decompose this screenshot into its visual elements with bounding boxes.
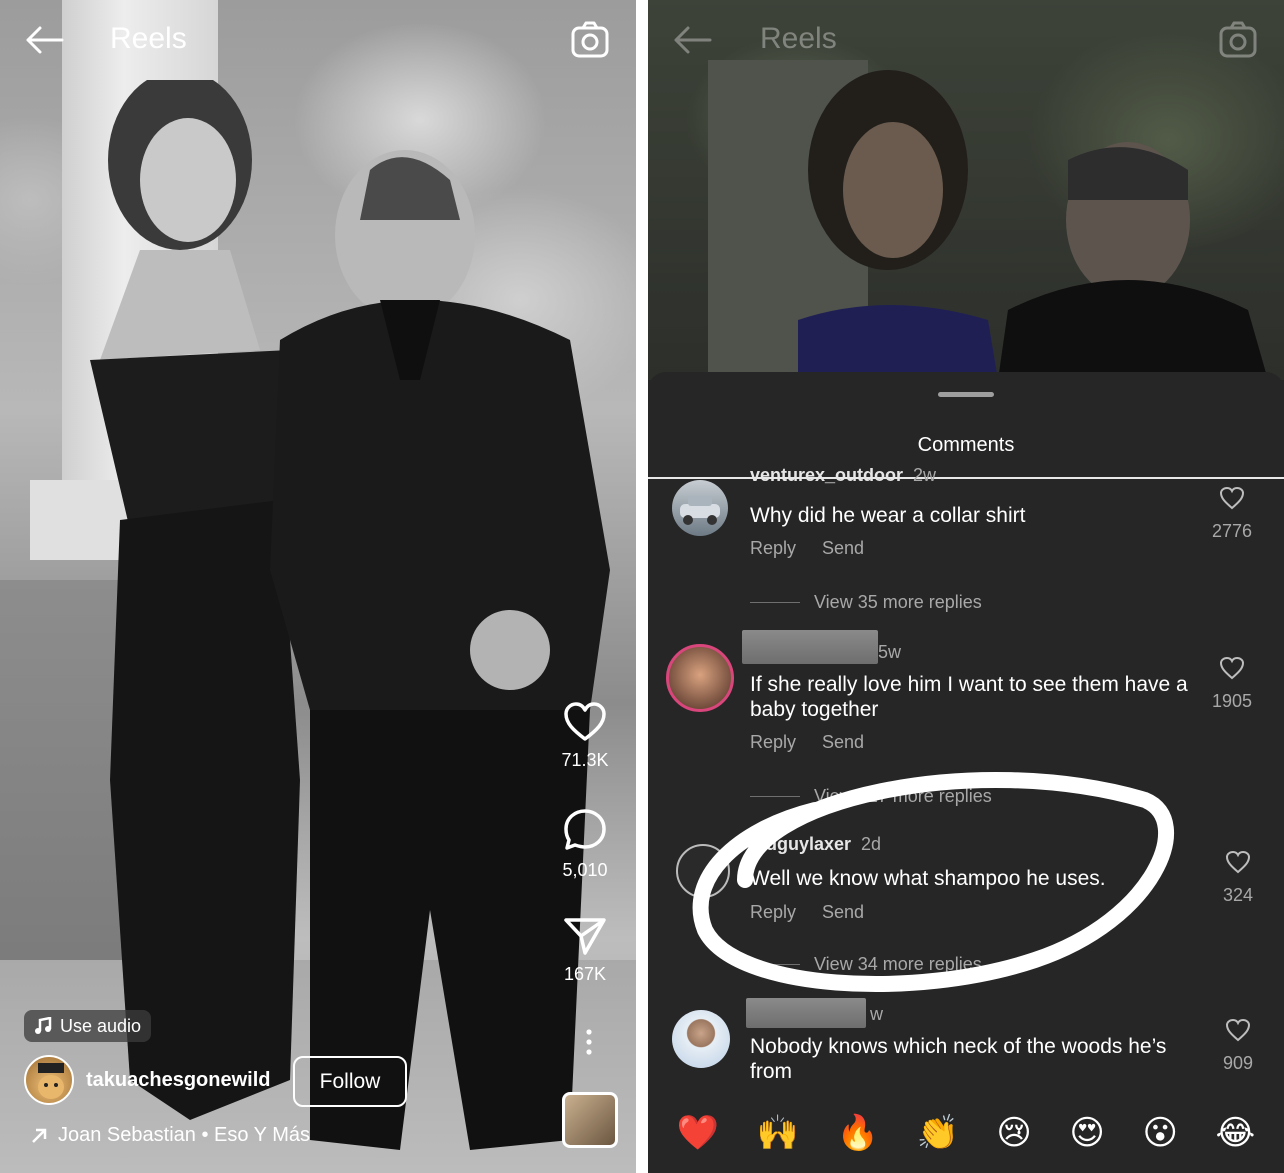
like-count: 71.3K bbox=[561, 750, 609, 770]
redacted-username bbox=[746, 998, 866, 1028]
comment-like[interactable]: 2776 bbox=[1204, 486, 1260, 542]
emoji-crying[interactable]: 😢 bbox=[996, 1116, 1031, 1150]
reel-panel: Reels 71.3K 5,010 167K Use audio takuach… bbox=[0, 0, 636, 1173]
drag-handle[interactable] bbox=[938, 392, 994, 397]
commenter-avatar[interactable] bbox=[676, 844, 730, 898]
paper-plane-icon[interactable] bbox=[563, 916, 607, 956]
view-more-replies[interactable]: View 34 more replies bbox=[750, 954, 982, 975]
comment-text: If she really love him I want to see the… bbox=[750, 673, 1188, 721]
avatar[interactable] bbox=[24, 1055, 74, 1105]
reply-button[interactable]: Reply bbox=[750, 902, 796, 923]
comment-like[interactable]: 1905 bbox=[1204, 656, 1260, 712]
follow-button[interactable]: Follow bbox=[293, 1056, 407, 1107]
comment-username[interactable]: venturex_outdoor 2w bbox=[750, 468, 936, 488]
emoji-clap[interactable]: 👏 bbox=[917, 1116, 959, 1150]
song-title: Joan Sebastian • Eso Y Más bbox=[58, 1124, 310, 1146]
comment-like[interactable]: 909 bbox=[1210, 1018, 1266, 1074]
comment-username[interactable]: 5w bbox=[878, 642, 901, 663]
redacted-username bbox=[742, 630, 878, 664]
audio-thumbnail[interactable] bbox=[562, 1092, 618, 1148]
emoji-reaction-bar: ❤️ 🙌 🔥 👏 😢 😍 😮 😂 bbox=[648, 1108, 1284, 1158]
song-info[interactable]: Joan Sebastian • Eso Y Más bbox=[30, 1124, 310, 1147]
emoji-raised-hands[interactable]: 🙌 bbox=[757, 1116, 799, 1150]
send-button[interactable]: Send bbox=[822, 538, 864, 559]
commenter-avatar[interactable] bbox=[672, 1010, 730, 1068]
emoji-heart[interactable]: ❤️ bbox=[677, 1116, 719, 1150]
view-more-replies[interactable]: View 35 more replies bbox=[750, 592, 982, 613]
reply-button[interactable]: Reply bbox=[750, 732, 796, 753]
like-action[interactable]: 71.3K bbox=[554, 702, 616, 771]
sheet-title: Comments bbox=[917, 434, 1015, 456]
camera-icon[interactable] bbox=[570, 20, 610, 60]
heart-icon[interactable] bbox=[1219, 656, 1245, 680]
comment-like[interactable]: 324 bbox=[1210, 850, 1266, 906]
reel-video[interactable] bbox=[0, 0, 636, 1173]
comment-actions: Reply Send bbox=[750, 902, 864, 923]
emoji-heart-eyes[interactable]: 😍 bbox=[1069, 1116, 1104, 1150]
author-row: takuachesgonewild bbox=[24, 1055, 271, 1105]
send-button[interactable]: Send bbox=[822, 902, 864, 923]
share-count: 167K bbox=[563, 964, 607, 984]
arrow-up-right-icon bbox=[32, 1128, 47, 1143]
heart-icon[interactable] bbox=[563, 702, 607, 742]
back-arrow-icon bbox=[674, 26, 712, 54]
emoji-fire[interactable]: 🔥 bbox=[837, 1116, 879, 1150]
emoji-laughing[interactable]: 😂 bbox=[1215, 1116, 1255, 1150]
send-button[interactable]: Send bbox=[822, 732, 864, 753]
back-arrow-icon[interactable] bbox=[24, 24, 64, 56]
comment-bubble-icon[interactable] bbox=[563, 808, 607, 852]
comment-username[interactable]: w bbox=[870, 1004, 883, 1025]
comment-actions: Reply Send bbox=[750, 538, 864, 559]
commenter-avatar[interactable] bbox=[672, 480, 728, 536]
comment-username[interactable]: oldguylaxer 2d bbox=[750, 834, 881, 855]
comments-panel: Reels Comments venturex_outdoor 2w Why di… bbox=[648, 0, 1284, 1173]
comment-text: Why did he wear a collar shirt bbox=[750, 504, 1026, 527]
use-audio-label: Use audio bbox=[60, 1015, 142, 1036]
comment-text: Nobody knows which neck of the woods he’… bbox=[750, 1035, 1167, 1083]
page-title: Reels bbox=[110, 22, 187, 55]
like-count: 324 bbox=[1222, 885, 1254, 905]
share-action[interactable]: 167K bbox=[554, 916, 616, 985]
author-username[interactable]: takuachesgonewild bbox=[86, 1069, 271, 1092]
comment-count: 5,010 bbox=[562, 860, 608, 880]
divider bbox=[648, 477, 1284, 479]
reply-button[interactable]: Reply bbox=[750, 538, 796, 559]
like-count: 1905 bbox=[1211, 691, 1253, 711]
more-options-icon[interactable] bbox=[583, 1028, 595, 1056]
reels-header-dimmed: Reels bbox=[648, 0, 1284, 80]
music-note-icon bbox=[35, 1017, 52, 1034]
camera-icon bbox=[1219, 21, 1257, 58]
heart-icon[interactable] bbox=[1219, 486, 1245, 510]
heart-icon[interactable] bbox=[1225, 1018, 1251, 1042]
view-more-replies[interactable]: View 127 more replies bbox=[750, 786, 992, 807]
emoji-surprised[interactable]: 😮 bbox=[1142, 1116, 1177, 1150]
comment-actions: Reply Send bbox=[750, 732, 864, 753]
comment-action[interactable]: 5,010 bbox=[554, 808, 616, 881]
heart-icon[interactable] bbox=[1225, 850, 1251, 874]
commenter-avatar[interactable] bbox=[666, 644, 734, 712]
like-count: 2776 bbox=[1211, 521, 1253, 541]
use-audio-button[interactable]: Use audio bbox=[24, 1010, 152, 1042]
like-count: 909 bbox=[1222, 1053, 1254, 1073]
reels-header: Reels bbox=[0, 0, 636, 80]
page-title: Reels bbox=[760, 22, 837, 55]
comment-text: Well we know what shampoo he uses. bbox=[750, 867, 1106, 890]
